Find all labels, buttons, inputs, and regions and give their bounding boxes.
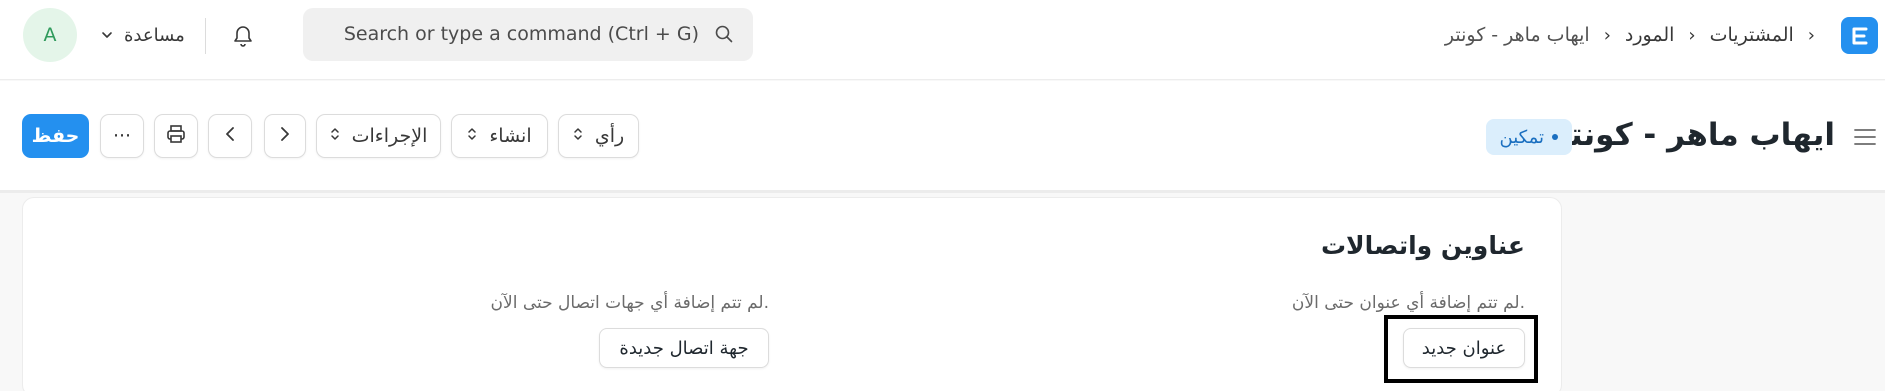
status-label: تمكين (1499, 126, 1545, 148)
print-button[interactable] (154, 114, 198, 158)
more-actions-button[interactable]: ··· (100, 114, 144, 158)
help-dropdown[interactable]: مساعدة (100, 20, 185, 50)
page-header: ايهاب ماهر - كونتر تمكين رأي انشاء الإجر… (0, 81, 1885, 193)
no-contact-message: لم تتم إضافة أي جهات اتصال حتى الآن. (490, 293, 769, 313)
search-bar[interactable]: Search or type a command (Ctrl + G) (303, 8, 753, 61)
more-label: ··· (112, 125, 132, 147)
view-dropdown-button[interactable]: رأي (558, 114, 639, 158)
no-address-message: لم تتم إضافة أي عنوان حتى الآن. (1291, 293, 1525, 313)
avatar[interactable]: A (23, 8, 77, 62)
next-record-button[interactable] (264, 114, 306, 158)
search-icon (714, 24, 734, 48)
section-title: عناوين واتصالات (1320, 231, 1525, 260)
breadcrumb-item-purchasing[interactable]: المشتريات (1710, 24, 1794, 46)
create-label: انشاء (489, 125, 532, 147)
save-button[interactable]: حفظ (22, 114, 89, 158)
chevron-down-icon (100, 28, 114, 42)
actions-dropdown-button[interactable]: الإجراءات (316, 114, 441, 158)
breadcrumb-separator: › (1807, 24, 1815, 46)
addresses-contacts-card: عناوين واتصالات لم تتم إضافة أي عنوان حت… (22, 197, 1562, 391)
chevron-right-icon (279, 125, 291, 148)
sort-updown-icon (467, 125, 477, 147)
logo-icon[interactable] (1841, 17, 1878, 54)
view-label: رأي (594, 125, 625, 147)
highlight-box (1384, 315, 1538, 383)
help-label: مساعدة (124, 24, 185, 46)
page-title: ايهاب ماهر - كونتر (1551, 117, 1835, 153)
print-icon (165, 123, 187, 150)
status-badge: تمكين (1485, 119, 1572, 155)
bell-icon[interactable] (229, 20, 257, 50)
new-contact-button[interactable]: جهة اتصال جديدة (599, 328, 769, 368)
top-navbar: A مساعدة Search or type a command (Ctrl … (0, 0, 1885, 80)
breadcrumb-item-current[interactable]: ايهاب ماهر - كونتر (1445, 24, 1590, 46)
search-input[interactable]: Search or type a command (Ctrl + G) (344, 23, 699, 45)
navbar-divider (205, 18, 206, 54)
sort-updown-icon (330, 125, 340, 147)
previous-record-button[interactable] (208, 114, 252, 158)
actions-label: الإجراءات (351, 125, 428, 147)
breadcrumb-separator: › (1688, 24, 1696, 46)
create-dropdown-button[interactable]: انشاء (451, 114, 548, 158)
sort-updown-icon (573, 125, 583, 147)
status-dot (1552, 134, 1558, 140)
hamburger-icon[interactable] (1853, 126, 1877, 148)
breadcrumb-separator: › (1603, 24, 1611, 46)
chevron-left-icon (224, 125, 236, 148)
breadcrumb: › المشتريات › المورد › ايهاب ماهر - كونت… (1445, 19, 1815, 51)
breadcrumb-item-supplier[interactable]: المورد (1625, 24, 1675, 46)
